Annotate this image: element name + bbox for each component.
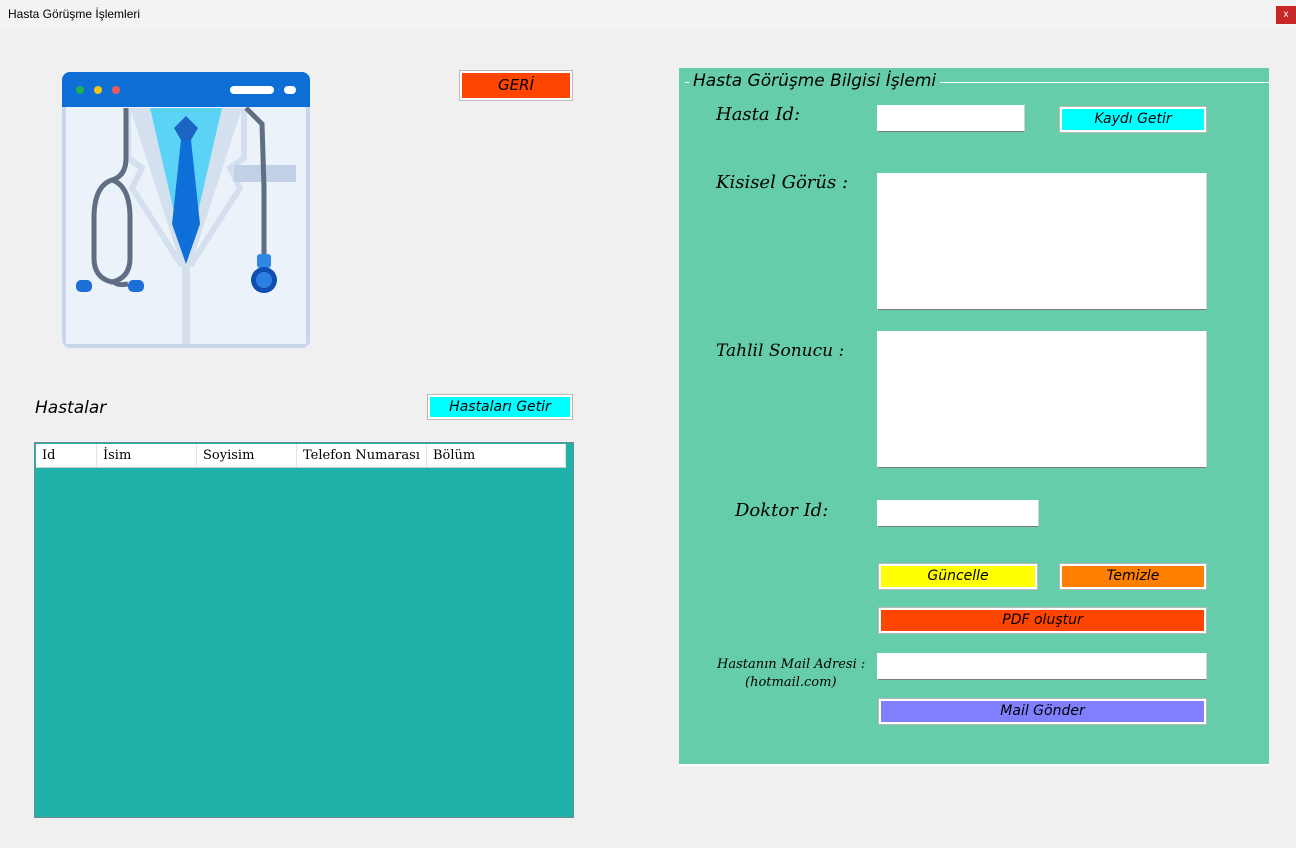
patient-id-input[interactable] xyxy=(877,105,1025,132)
close-button[interactable]: x xyxy=(1276,6,1296,24)
doctor-coat-icon xyxy=(62,72,310,348)
analysis-result-textarea[interactable] xyxy=(877,331,1207,468)
personal-opinion-label: Kisisel Görüs : xyxy=(716,172,849,193)
column-header-surname[interactable]: Soyisim xyxy=(197,444,297,467)
personal-opinion-textarea[interactable] xyxy=(877,173,1207,310)
doctor-id-label: Doktor Id: xyxy=(735,500,829,521)
mail-domain-hint: (hotmail.com) xyxy=(745,675,837,690)
patient-id-label: Hasta Id: xyxy=(716,104,801,125)
column-header-name[interactable]: İsim xyxy=(97,444,197,467)
clear-button[interactable]: Temizle xyxy=(1059,563,1207,590)
update-button[interactable]: Güncelle xyxy=(878,563,1038,590)
form-legend: Hasta Görüşme Bilgisi İşlemi xyxy=(689,71,941,91)
column-header-department[interactable]: Bölüm xyxy=(427,444,566,467)
patients-heading: Hastalar xyxy=(35,398,107,418)
patients-table[interactable]: Id İsim Soyisim Telefon Numarası Bölüm xyxy=(34,442,574,818)
mail-input[interactable] xyxy=(877,653,1207,680)
window-title: Hasta Görüşme İşlemleri xyxy=(8,7,141,21)
column-header-phone[interactable]: Telefon Numarası xyxy=(297,444,427,467)
analysis-result-label: Tahlil Sonucu : xyxy=(716,341,845,361)
send-mail-button[interactable]: Mail Gönder xyxy=(878,698,1207,725)
column-header-id[interactable]: Id xyxy=(36,444,97,467)
back-button[interactable]: GERİ xyxy=(459,70,573,101)
title-bar: Hasta Görüşme İşlemleri x xyxy=(0,0,1296,29)
get-patients-button[interactable]: Hastaları Getir xyxy=(427,394,573,420)
table-header: Id İsim Soyisim Telefon Numarası Bölüm xyxy=(36,444,566,468)
mail-label: Hastanın Mail Adresi : xyxy=(717,657,866,672)
get-record-button[interactable]: Kaydı Getir xyxy=(1059,106,1207,133)
doctor-id-input[interactable] xyxy=(877,500,1039,527)
pdf-button[interactable]: PDF oluştur xyxy=(878,607,1207,634)
